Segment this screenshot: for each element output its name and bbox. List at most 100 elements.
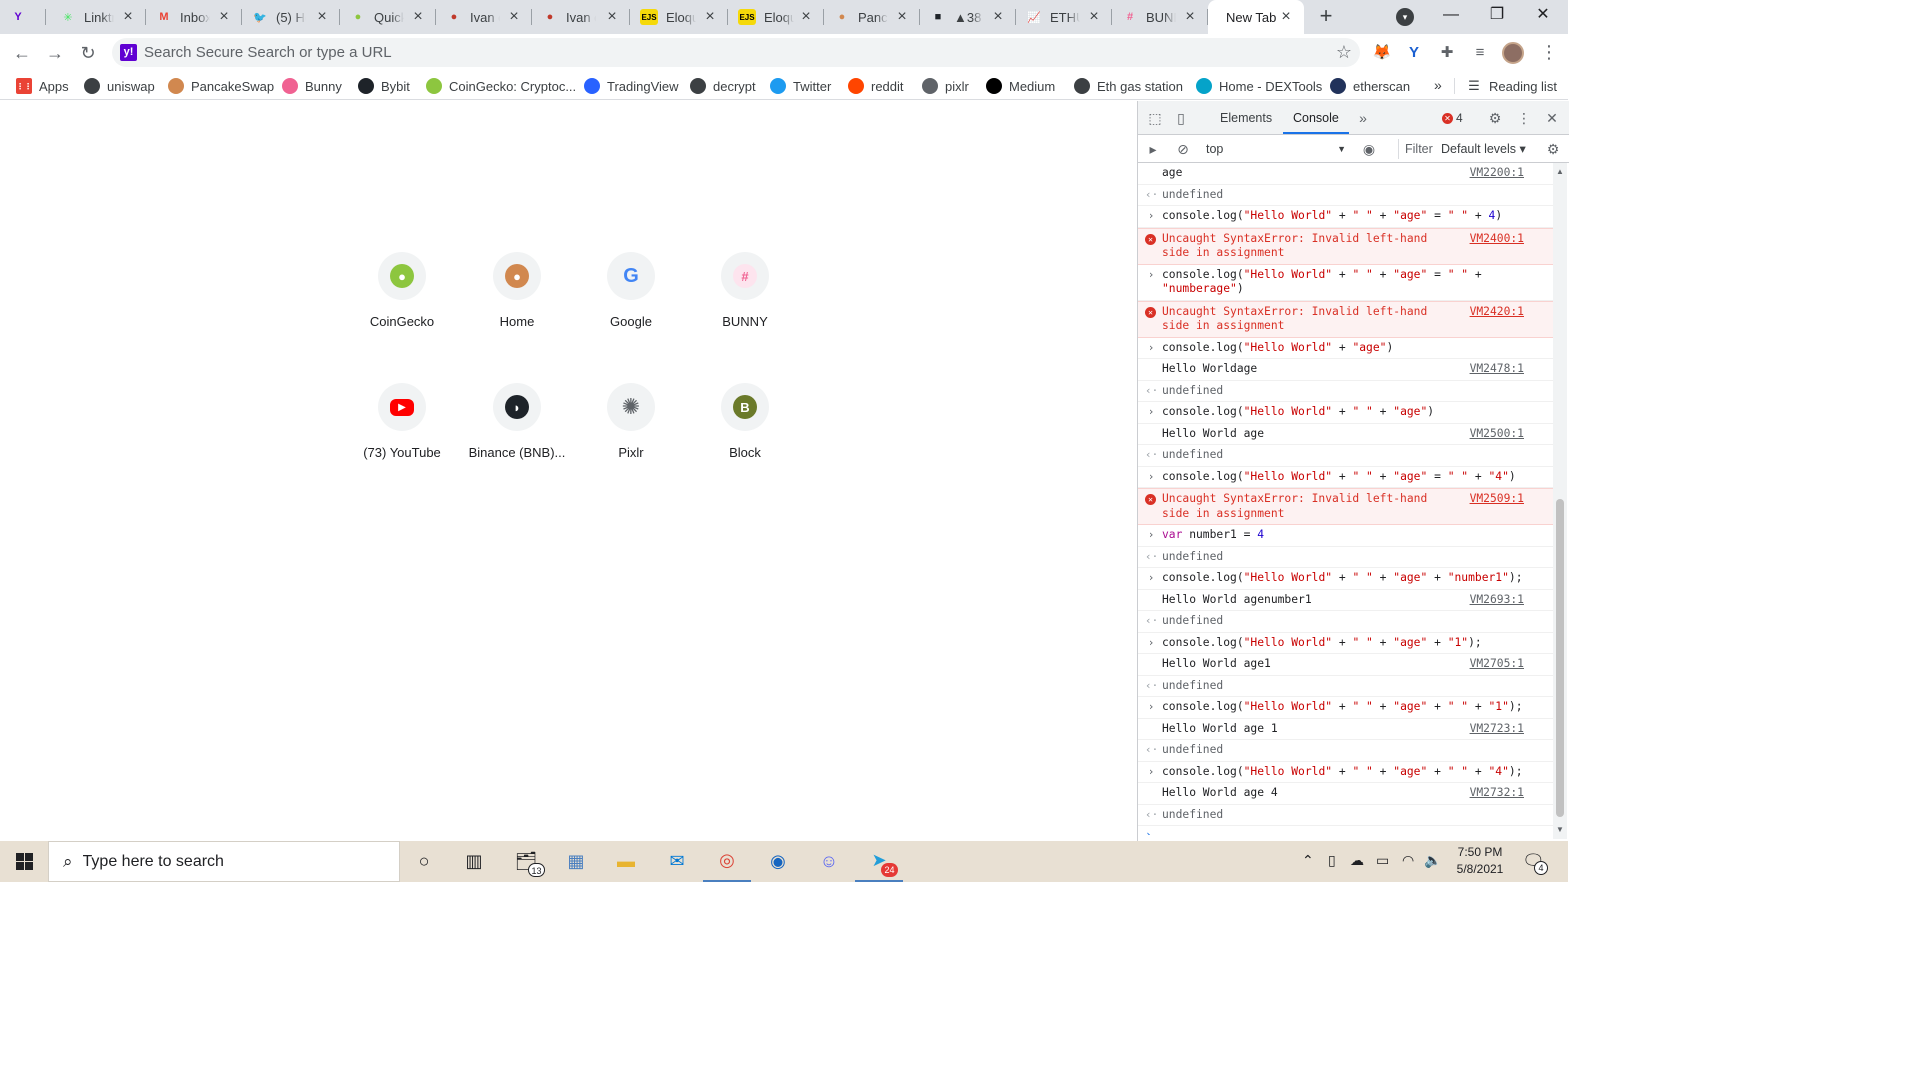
device-icon[interactable]: ▯: [1328, 852, 1336, 869]
app-circle-icon[interactable]: ◉: [754, 841, 802, 882]
extensions-puzzle-icon[interactable]: ✚: [1437, 43, 1457, 63]
more-tabs-chevron-icon[interactable]: »: [1354, 109, 1372, 127]
clear-console-icon[interactable]: ⊘: [1174, 140, 1192, 158]
bookmark-item[interactable]: Eth gas station: [1074, 76, 1183, 96]
source-link[interactable]: VM2500:1: [1470, 427, 1524, 442]
wifi-icon[interactable]: ◠: [1402, 852, 1414, 869]
mail-stack-icon[interactable]: 🗂 13: [502, 841, 550, 882]
discord-icon[interactable]: ☺: [805, 841, 853, 882]
close-devtools-icon[interactable]: ✕: [1543, 109, 1561, 127]
bookmark-item[interactable]: CoinGecko: Cryptoc...: [426, 76, 576, 96]
start-button[interactable]: [0, 841, 48, 882]
source-link[interactable]: VM2200:1: [1470, 166, 1524, 181]
close-icon[interactable]: ×: [410, 9, 426, 25]
bookmark-item[interactable]: pixlr: [922, 76, 969, 96]
shortcut-tile[interactable]: ▶ (73) YouTube: [346, 367, 458, 479]
bookmark-item[interactable]: Twitter: [770, 76, 831, 96]
metamask-icon[interactable]: 🦊: [1372, 43, 1392, 63]
close-icon[interactable]: ×: [506, 9, 522, 25]
settings-gear-icon[interactable]: ⚙: [1486, 109, 1504, 127]
console-prompt[interactable]: ›: [1138, 826, 1554, 835]
log-levels-select[interactable]: Default levels ▾: [1441, 139, 1533, 159]
source-link[interactable]: VM2420:1: [1470, 305, 1524, 320]
media-control-icon[interactable]: ≡: [1470, 43, 1490, 63]
browser-tab[interactable]: 🐦 (5) Ho ×: [242, 0, 340, 34]
source-link[interactable]: VM2732:1: [1470, 786, 1524, 801]
bookmark-item[interactable]: reddit: [848, 76, 904, 96]
context-select[interactable]: top ▼: [1206, 139, 1346, 159]
bookmark-item[interactable]: Bybit: [358, 76, 410, 96]
shortcut-tile[interactable]: B Block: [689, 367, 801, 479]
close-icon[interactable]: ×: [1182, 9, 1198, 25]
live-expression-eye-icon[interactable]: ◉: [1360, 140, 1378, 158]
volume-icon[interactable]: 🔈: [1424, 852, 1441, 869]
console-output[interactable]: age VM2200:1 ‹· undefined › console.log("Hell…: [1138, 163, 1554, 835]
more-bookmarks-chevron-icon[interactable]: »: [1434, 77, 1442, 93]
browser-tab[interactable]: ■ ▲38 ×: [920, 0, 1016, 34]
close-window-button[interactable]: ✕: [1520, 0, 1566, 34]
tab-elements[interactable]: Elements: [1210, 101, 1282, 134]
browser-tab[interactable]: ✳ Linktr ×: [50, 0, 146, 34]
source-link[interactable]: VM2723:1: [1470, 722, 1524, 737]
profile-avatar[interactable]: [1502, 42, 1524, 64]
shortcut-tile[interactable]: ◗ Binance (BNB)...: [461, 367, 573, 479]
bookmark-item[interactable]: ⋮⋮ Apps: [16, 76, 69, 96]
browser-tab[interactable]: ● Panca ×: [824, 0, 920, 34]
address-bar-input[interactable]: [144, 42, 1294, 63]
bookmark-item[interactable]: Medium: [986, 76, 1055, 96]
browser-tab[interactable]: EJS Eloqu ×: [630, 0, 728, 34]
calculator-icon[interactable]: ▦: [552, 841, 600, 882]
telegram-icon[interactable]: ➤ 24: [855, 841, 903, 882]
devtools-kebab-icon[interactable]: ⋮: [1515, 109, 1533, 127]
browser-tab[interactable]: ● Ivan c ×: [436, 0, 532, 34]
close-icon[interactable]: ×: [1278, 9, 1294, 25]
bookmark-item[interactable]: decrypt: [690, 76, 756, 96]
tab-console[interactable]: Console: [1283, 101, 1349, 134]
browser-tab[interactable]: ● Quick ×: [340, 0, 436, 34]
browser-tab[interactable]: # BUNN ×: [1112, 0, 1208, 34]
reading-list-button[interactable]: ☰ Reading list: [1466, 76, 1557, 96]
show-hidden-icons-chevron-icon[interactable]: ⌃: [1302, 852, 1314, 869]
taskbar-search[interactable]: ⌕: [48, 841, 400, 882]
notification-center-icon[interactable]: 🗨 4: [1522, 851, 1548, 875]
close-icon[interactable]: ×: [702, 9, 718, 25]
close-icon[interactable]: ×: [314, 9, 330, 25]
source-link[interactable]: VM2400:1: [1470, 232, 1524, 247]
close-icon[interactable]: ×: [990, 9, 1006, 25]
bookmark-item[interactable]: uniswap: [84, 76, 155, 96]
close-icon[interactable]: ×: [1086, 9, 1102, 25]
source-link[interactable]: VM2509:1: [1470, 492, 1524, 507]
close-icon[interactable]: ×: [120, 9, 136, 25]
omnibox[interactable]: y! ☆: [112, 38, 1360, 67]
error-count-badge[interactable]: ✕ 4: [1439, 110, 1466, 126]
scroll-thumb[interactable]: [1556, 499, 1564, 817]
browser-tab[interactable]: EJS Eloqu ×: [728, 0, 824, 34]
bookmark-item[interactable]: PancakeSwap: [168, 76, 274, 96]
extension-y-icon[interactable]: Y: [1404, 43, 1424, 63]
mail-icon[interactable]: ✉: [653, 841, 701, 882]
taskbar-search-input[interactable]: [82, 852, 363, 871]
source-link[interactable]: VM2705:1: [1470, 657, 1524, 672]
bookmark-item[interactable]: Bunny: [282, 76, 342, 96]
close-icon[interactable]: ×: [604, 9, 620, 25]
console-settings-gear-icon[interactable]: ⚙: [1544, 140, 1562, 158]
shortcut-tile[interactable]: G Google: [575, 236, 687, 348]
inspect-element-icon[interactable]: ⬚: [1146, 109, 1164, 127]
shortcut-tile[interactable]: # BUNNY: [689, 236, 801, 348]
back-button[interactable]: ←: [9, 40, 35, 66]
filter-input[interactable]: Filter: [1398, 139, 1434, 159]
close-icon[interactable]: ×: [798, 9, 814, 25]
forward-button[interactable]: →: [42, 40, 68, 66]
browser-tab[interactable]: 📈 ETHU ×: [1016, 0, 1112, 34]
close-icon[interactable]: ×: [894, 9, 910, 25]
bookmark-item[interactable]: TradingView: [584, 76, 679, 96]
chrome-icon[interactable]: ◎: [703, 841, 751, 882]
console-scrollbar[interactable]: ▲ ▼: [1553, 163, 1567, 839]
onedrive-cloud-icon[interactable]: ☁: [1350, 852, 1364, 869]
bookmark-item[interactable]: Home - DEXTools: [1196, 76, 1322, 96]
bookmark-star-icon[interactable]: ☆: [1336, 42, 1352, 63]
tab-new-tab[interactable]: New Tab ×: [1208, 0, 1304, 34]
system-clock[interactable]: 7:50 PM 5/8/2021: [1442, 844, 1518, 878]
battery-icon[interactable]: ▭: [1376, 852, 1389, 869]
sidebar-toggle-icon[interactable]: ▸: [1144, 140, 1162, 158]
